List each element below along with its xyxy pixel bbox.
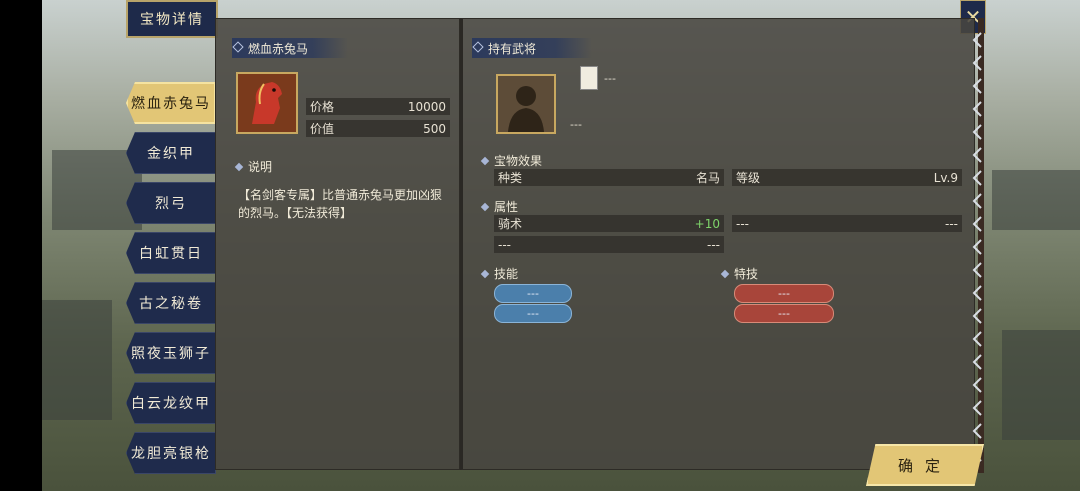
attr-row: 骑术 +10 bbox=[494, 215, 724, 232]
special-slot[interactable]: --- bbox=[734, 284, 834, 303]
value-row: 价值 500 bbox=[306, 120, 450, 137]
value-label: 价值 bbox=[310, 122, 335, 136]
skills-label: 技能 bbox=[480, 265, 518, 282]
value-value: 500 bbox=[423, 121, 446, 136]
item-name-header: 燃血赤兔马 bbox=[232, 38, 348, 58]
diamond-icon bbox=[232, 41, 244, 53]
specials-label: 特技 bbox=[720, 265, 758, 282]
item-portrait bbox=[236, 72, 298, 134]
flag-icon bbox=[580, 66, 598, 90]
item-tab[interactable]: 金织甲 bbox=[126, 132, 216, 174]
flag-text: --- bbox=[604, 72, 616, 85]
level-row: 等级 Lv.9 bbox=[732, 169, 962, 186]
effects-label: 宝物效果 bbox=[480, 152, 542, 169]
type-value: 名马 bbox=[695, 171, 720, 185]
holder-header: 持有武将 bbox=[472, 38, 592, 58]
price-value: 10000 bbox=[407, 99, 446, 114]
item-tab[interactable]: 龙胆亮银枪 bbox=[126, 432, 216, 474]
confirm-button[interactable]: 确定 bbox=[866, 444, 984, 486]
attr-row: --- --- bbox=[732, 215, 962, 232]
item-name: 燃血赤兔马 bbox=[248, 41, 309, 56]
item-tab[interactable]: 白虹贯日 bbox=[126, 232, 216, 274]
scroll-border bbox=[972, 18, 984, 473]
type-row: 种类 名马 bbox=[494, 169, 724, 186]
item-tab[interactable]: 烈弓 bbox=[126, 182, 216, 224]
item-tab[interactable]: 燃血赤兔马 bbox=[126, 82, 216, 124]
special-slot[interactable]: --- bbox=[734, 304, 834, 323]
price-row: 价格 10000 bbox=[306, 98, 450, 115]
silhouette-icon bbox=[498, 76, 554, 132]
desc-text: 【名剑客专属】比普通赤兔马更加凶狠的烈马。【无法获得】 bbox=[238, 188, 443, 220]
attr-row: --- --- bbox=[494, 236, 724, 253]
skill-slot[interactable]: --- bbox=[494, 284, 572, 303]
diamond-icon bbox=[472, 41, 484, 53]
horse-icon bbox=[238, 74, 296, 132]
diamond-icon bbox=[234, 162, 244, 171]
window-title: 宝物详情 bbox=[126, 0, 218, 38]
general-portrait[interactable] bbox=[496, 74, 556, 134]
diamond-icon bbox=[480, 156, 490, 165]
holder-name: --- bbox=[570, 118, 582, 131]
item-tab[interactable]: 古之秘卷 bbox=[126, 282, 216, 324]
level-value: Lv.9 bbox=[933, 170, 958, 185]
diamond-icon bbox=[480, 269, 490, 278]
item-tab[interactable]: 照夜玉狮子 bbox=[126, 332, 216, 374]
diamond-icon bbox=[480, 202, 490, 211]
left-bezel bbox=[0, 0, 42, 491]
item-tab[interactable]: 白云龙纹甲 bbox=[126, 382, 216, 424]
price-label: 价格 bbox=[310, 100, 335, 114]
desc-label: 说明 bbox=[234, 158, 272, 175]
skill-slot[interactable]: --- bbox=[494, 304, 572, 323]
attr-label: 属性 bbox=[480, 198, 518, 215]
diamond-icon bbox=[720, 269, 730, 278]
attr-bonus: +10 bbox=[694, 216, 720, 231]
